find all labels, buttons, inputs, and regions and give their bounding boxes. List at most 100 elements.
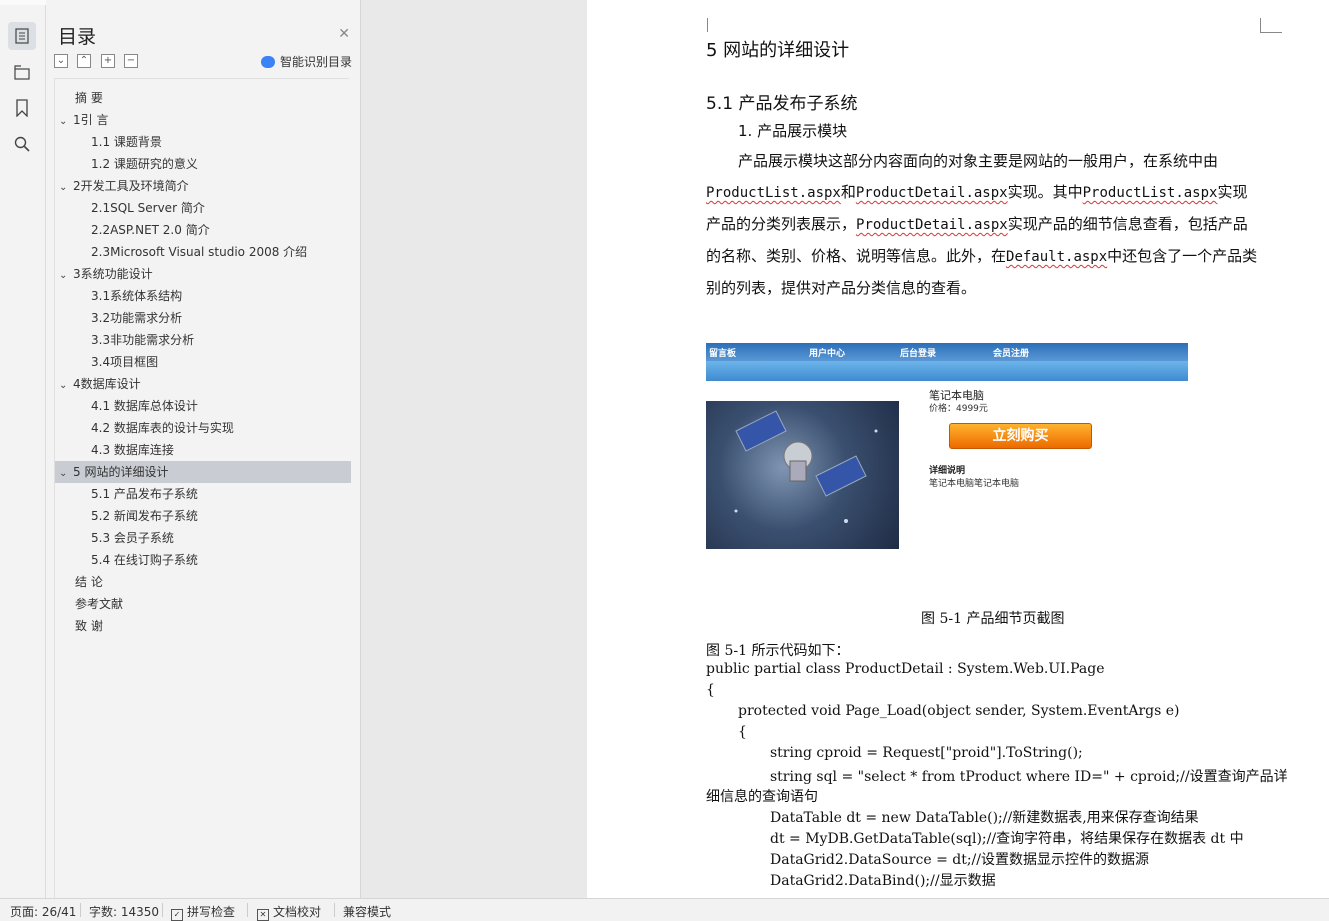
toc-item-label: 3.3非功能需求分析: [91, 333, 195, 347]
toc-item[interactable]: 5.3 会员子系统: [55, 527, 174, 549]
toc-item-label: 1.1 课题背景: [91, 135, 162, 149]
proofread-label: 文档校对: [273, 905, 322, 919]
code-line: DataGrid2.DataSource = dt;//设置数据显示控件的数据源: [770, 852, 1149, 868]
toc-item-label: 4.3 数据库连接: [91, 443, 174, 457]
toc-item-label: 摘 要: [75, 91, 103, 105]
toc-item-label: 4.2 数据库表的设计与实现: [91, 421, 234, 435]
code-ref: ProductDetail.aspx: [855, 185, 1008, 201]
expand-up-icon[interactable]: ⌃: [77, 54, 91, 68]
crop-mark: [707, 18, 708, 32]
toc-item[interactable]: 5.4 在线订购子系统: [55, 549, 198, 571]
word-count[interactable]: 字数: 14350: [89, 903, 159, 920]
toc-item-label: 2.1SQL Server 简介: [91, 201, 205, 215]
compat-mode: 兼容模式: [343, 905, 392, 919]
toc-item-label: 3.2功能需求分析: [91, 311, 183, 325]
toc-item[interactable]: ⌄ 5 网站的详细设计: [55, 461, 351, 483]
outline-icon[interactable]: [8, 22, 36, 50]
chevron-down-icon[interactable]: ⌄: [59, 177, 73, 199]
toc-item-label: 4.1 数据库总体设计: [91, 399, 198, 413]
detail-text: 笔记本电脑笔记本电脑: [929, 479, 1020, 489]
toc-item[interactable]: ⌄ 3系统功能设计: [55, 263, 153, 285]
toc-item[interactable]: 4.2 数据库表的设计与实现: [55, 417, 234, 439]
workspace-gap: [361, 0, 586, 898]
chevron-down-icon[interactable]: ⌄: [59, 111, 73, 133]
toc-item-label: 1.2 课题研究的意义: [91, 157, 198, 171]
spell-check-label: 拼写检查: [187, 905, 236, 919]
toc-item[interactable]: 3.3非功能需求分析: [55, 329, 194, 351]
toc-item[interactable]: 2.2ASP.NET 2.0 简介: [55, 219, 210, 241]
toc-title: 目录: [58, 26, 97, 48]
toc-item-label: 1引 言: [73, 113, 109, 127]
code-line: DataGrid2.DataBind();//显示数据: [770, 873, 996, 889]
navigation-icon[interactable]: [8, 58, 36, 86]
proofread-toggle[interactable]: ✕ 文档校对: [257, 903, 321, 921]
code-ref: ProductList.aspx: [1082, 185, 1218, 201]
para-text: 和: [840, 183, 856, 201]
divider: [80, 903, 81, 917]
toc-item[interactable]: 3.2功能需求分析: [55, 307, 182, 329]
add-heading-icon[interactable]: +: [101, 54, 115, 68]
smart-logo-icon: [260, 55, 275, 68]
detail-title: 详细说明: [929, 466, 966, 476]
toc-item[interactable]: 4.1 数据库总体设计: [55, 395, 198, 417]
toc-item[interactable]: ⌄ 4数据库设计: [55, 373, 141, 395]
smart-toc-label: 智能识别目录: [279, 55, 352, 69]
toc-item[interactable]: 5.2 新闻发布子系统: [55, 505, 198, 527]
toc-item[interactable]: 2.1SQL Server 简介: [55, 197, 205, 219]
toc-item-label: 5 网站的详细设计: [73, 465, 169, 479]
toc-item[interactable]: 2.3Microsoft Visual studio 2008 介绍: [55, 241, 307, 263]
remove-heading-icon[interactable]: −: [124, 54, 138, 68]
heading-3: 1. 产品展示模块: [738, 122, 848, 140]
code-line: string sql = "select * from tProduct whe…: [770, 769, 1288, 785]
code-ref: Default.aspx: [1006, 249, 1108, 265]
toc-item[interactable]: 结 论: [55, 571, 103, 593]
close-icon[interactable]: ✕: [338, 26, 350, 42]
toc-item-label: 2.2ASP.NET 2.0 简介: [91, 223, 210, 237]
chevron-down-icon[interactable]: ⌄: [59, 463, 73, 485]
heading-2: 5.1 产品发布子系统: [706, 94, 858, 114]
checkbox-icon: ✓: [171, 909, 183, 921]
code-intro: 图 5-1 所示代码如下：: [706, 643, 850, 659]
toc-item-label: 4数据库设计: [73, 377, 141, 391]
toc-item[interactable]: 3.4项目框图: [55, 351, 158, 373]
site-navbar: 留言板 用户中心 后台登录 会员注册: [706, 343, 1188, 361]
status-bar: 页面: 26/41 字数: 14350 ✓ 拼写检查 ✕ 文档校对 兼容模式: [0, 898, 1329, 921]
embedded-screenshot: 留言板 用户中心 后台登录 会员注册 笔记本电脑 价格：4999元 立刻购买 详…: [706, 343, 1188, 553]
toc-item[interactable]: 1.2 课题研究的意义: [55, 153, 198, 175]
toc-item[interactable]: 4.3 数据库连接: [55, 439, 174, 461]
code-line: 细信息的查询语句: [706, 789, 818, 805]
toc-item[interactable]: 1.1 课题背景: [55, 131, 162, 153]
code-line: public partial class ProductDetail : Sys…: [706, 661, 1105, 677]
bookmark-icon[interactable]: [8, 94, 36, 122]
toc-item[interactable]: ⌄ 2开发工具及环境简介: [55, 175, 189, 197]
left-icon-bar: [0, 0, 46, 898]
toc-item[interactable]: 致 谢: [55, 615, 103, 637]
heading-1: 5 网站的详细设计: [706, 40, 850, 61]
spell-check-toggle[interactable]: ✓ 拼写检查: [171, 903, 235, 921]
toc-item-label: 3系统功能设计: [73, 267, 153, 281]
divider: [247, 903, 248, 917]
collapse-all-icon[interactable]: ⌄: [54, 54, 68, 68]
nav-item: 留言板: [709, 349, 737, 359]
chevron-down-icon[interactable]: ⌄: [59, 265, 73, 287]
divider: [162, 903, 163, 917]
toc-item[interactable]: 5.1 产品发布子系统: [55, 483, 198, 505]
toc-item-label: 2开发工具及环境简介: [73, 179, 189, 193]
toc-item[interactable]: 摘 要: [55, 87, 103, 109]
smart-toc-button[interactable]: 智能识别目录: [260, 53, 352, 70]
code-line: string cproid = Request["proid"].ToStrin…: [770, 745, 1083, 761]
toc-item-label: 5.4 在线订购子系统: [91, 553, 198, 567]
toc-item-label: 5.2 新闻发布子系统: [91, 509, 198, 523]
code-ref: ProductList.aspx: [706, 185, 841, 201]
para-text: 产品展示模块这部分内容面向的对象主要是网站的一般用户，在系统中由: [738, 152, 1219, 170]
code-line: protected void Page_Load(object sender, …: [738, 703, 1180, 719]
toc-item[interactable]: ⌄ 1引 言: [55, 109, 108, 131]
toc-item[interactable]: 参考文献: [55, 593, 123, 615]
para-text: 实现。其中: [1007, 183, 1083, 201]
chevron-down-icon[interactable]: ⌄: [59, 375, 73, 397]
nav-item: 用户中心: [809, 349, 846, 359]
toc-item[interactable]: 3.1系统体系结构: [55, 285, 182, 307]
toc-item-label: 参考文献: [75, 597, 124, 611]
page-indicator[interactable]: 页面: 26/41: [10, 903, 76, 920]
search-icon[interactable]: [8, 130, 36, 158]
